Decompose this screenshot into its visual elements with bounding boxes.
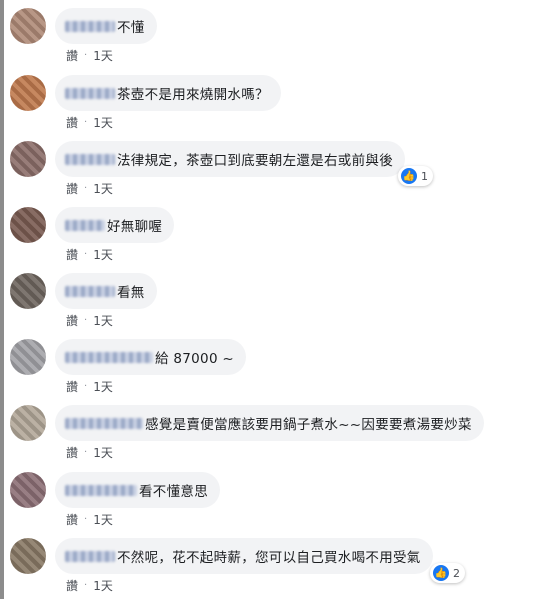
comment-bubble: 給 87000 ~: [55, 339, 247, 375]
left-edge-bar: [0, 0, 4, 599]
timestamp[interactable]: 1天: [93, 577, 113, 594]
timestamp[interactable]: 1天: [93, 312, 113, 329]
comment-meta: 讚 · 1天: [66, 511, 113, 528]
author-name-blurred[interactable]: [65, 219, 105, 231]
avatar[interactable]: [10, 339, 46, 375]
timestamp[interactable]: 1天: [93, 511, 113, 528]
like-link[interactable]: 讚: [66, 378, 78, 395]
comment-meta: 讚 · 1天: [66, 47, 113, 64]
comment-bubble: 好無聊喔: [55, 207, 175, 243]
separator-dot: ·: [84, 381, 88, 392]
avatar[interactable]: [10, 273, 46, 309]
reaction-badge[interactable]: 👍 2: [430, 563, 465, 583]
author-name-blurred[interactable]: [65, 153, 115, 165]
thumbs-up-icon: 👍: [433, 565, 449, 581]
timestamp[interactable]: 1天: [93, 47, 113, 64]
author-name-blurred[interactable]: [65, 351, 153, 363]
timestamp[interactable]: 1天: [93, 444, 113, 461]
author-name-blurred[interactable]: [65, 285, 115, 297]
comment-meta: 讚 · 1天: [66, 114, 113, 131]
timestamp[interactable]: 1天: [93, 378, 113, 395]
comment-meta: 讚 · 1天: [66, 312, 113, 329]
comment-meta: 讚 · 1天: [66, 577, 113, 594]
avatar[interactable]: [10, 538, 46, 574]
comment-text: 不懂: [117, 20, 145, 36]
timestamp[interactable]: 1天: [93, 246, 113, 263]
avatar[interactable]: [10, 8, 46, 44]
comment-text: 茶壺不是用來燒開水嗎？: [117, 87, 269, 103]
comment-bubble: 看無: [55, 273, 157, 309]
comment-meta: 讚 · 1天: [66, 246, 113, 263]
comment-bubble: 不然呢，花不起時薪，您可以自己買水喝不用受氣: [55, 538, 433, 574]
like-link[interactable]: 讚: [66, 444, 78, 461]
comment-text: 看無: [117, 285, 145, 301]
separator-dot: ·: [84, 117, 88, 128]
comment-text: 不然呢，花不起時薪，您可以自己買水喝不用受氣: [117, 550, 421, 566]
author-name-blurred[interactable]: [65, 484, 137, 496]
like-link[interactable]: 讚: [66, 577, 78, 594]
author-name-blurred[interactable]: [65, 20, 115, 32]
author-name-blurred[interactable]: [65, 417, 143, 429]
like-link[interactable]: 讚: [66, 47, 78, 64]
like-link[interactable]: 讚: [66, 246, 78, 263]
separator-dot: ·: [84, 315, 88, 326]
author-name-blurred[interactable]: [65, 550, 115, 562]
like-link[interactable]: 讚: [66, 312, 78, 329]
comment-text: 法律規定，茶壺口到底要朝左還是右或前與後: [117, 153, 393, 169]
separator-dot: ·: [84, 183, 88, 194]
comment-meta: 讚 · 1天: [66, 444, 113, 461]
comment-bubble: 茶壺不是用來燒開水嗎？: [55, 75, 281, 111]
separator-dot: ·: [84, 249, 88, 260]
timestamp[interactable]: 1天: [93, 114, 113, 131]
comment-text: 看不懂意思: [139, 484, 208, 500]
comment-text: 感覺是賣便當應該要用鍋子煮水~~因要要煮湯要炒菜: [145, 417, 472, 433]
reaction-badge[interactable]: 👍 1: [398, 166, 433, 186]
avatar[interactable]: [10, 207, 46, 243]
comment-text: 好無聊喔: [107, 219, 163, 235]
comment-meta: 讚 · 1天: [66, 180, 113, 197]
thumbs-up-icon: 👍: [401, 168, 417, 184]
avatar[interactable]: [10, 75, 46, 111]
comment-bubble: 法律規定，茶壺口到底要朝左還是右或前與後: [55, 141, 405, 177]
reaction-count: 2: [453, 566, 460, 580]
like-link[interactable]: 讚: [66, 114, 78, 131]
like-link[interactable]: 讚: [66, 180, 78, 197]
timestamp[interactable]: 1天: [93, 180, 113, 197]
separator-dot: ·: [84, 514, 88, 525]
comment-meta: 讚 · 1天: [66, 378, 113, 395]
author-name-blurred[interactable]: [65, 87, 115, 99]
reaction-count: 1: [421, 169, 428, 183]
avatar[interactable]: [10, 405, 46, 441]
comment-bubble: 看不懂意思: [55, 472, 220, 508]
comment-bubble: 不懂: [55, 8, 157, 44]
comment-bubble: 感覺是賣便當應該要用鍋子煮水~~因要要煮湯要炒菜: [55, 405, 484, 441]
separator-dot: ·: [84, 580, 88, 591]
avatar[interactable]: [10, 141, 46, 177]
comment-text: 給 87000 ~: [155, 351, 235, 367]
like-link[interactable]: 讚: [66, 511, 78, 528]
separator-dot: ·: [84, 447, 88, 458]
avatar[interactable]: [10, 472, 46, 508]
separator-dot: ·: [84, 50, 88, 61]
